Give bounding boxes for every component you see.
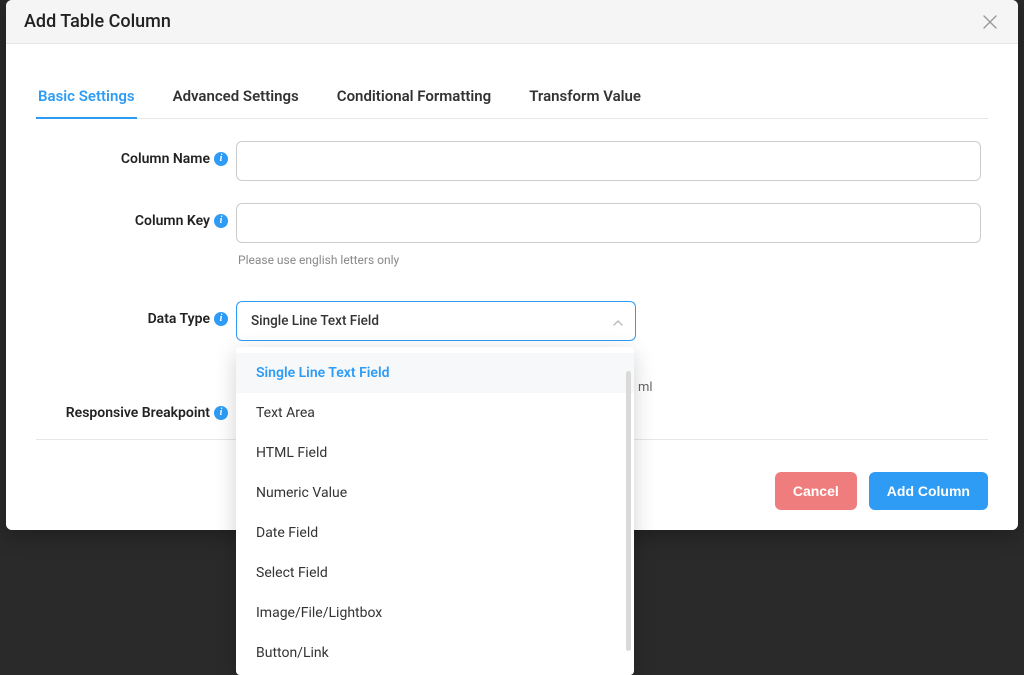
- info-icon[interactable]: i: [214, 152, 228, 166]
- modal-header: Add Table Column: [6, 0, 1018, 44]
- label-data-type: Data Type i: [36, 301, 236, 327]
- info-icon[interactable]: i: [214, 406, 228, 420]
- modal-title: Add Table Column: [24, 11, 171, 32]
- row-column-name: Column Name i: [36, 141, 988, 181]
- data-type-dropdown: Single Line Text Field Text Area HTML Fi…: [236, 347, 634, 675]
- add-table-column-modal: Add Table Column Basic Settings Advanced…: [6, 0, 1018, 530]
- option-button-link[interactable]: Button/Link: [236, 633, 634, 669]
- option-date-field[interactable]: Date Field: [236, 513, 634, 553]
- add-column-button[interactable]: Add Column: [869, 472, 988, 510]
- option-single-line-text-field[interactable]: Single Line Text Field: [236, 353, 634, 393]
- tab-advanced-settings[interactable]: Advanced Settings: [171, 77, 301, 119]
- row-column-key: Column Key i Please use english letters …: [36, 203, 988, 267]
- label-column-name: Column Name i: [36, 141, 236, 167]
- data-type-side-hint: ml: [638, 380, 653, 395]
- cancel-button[interactable]: Cancel: [775, 472, 857, 510]
- modal-body: Basic Settings Advanced Settings Conditi…: [6, 44, 1018, 456]
- column-name-input[interactable]: [236, 141, 981, 181]
- option-html-field[interactable]: HTML Field: [236, 433, 634, 473]
- row-data-type: Data Type i Single Line Text Field Singl…: [36, 301, 988, 341]
- info-icon[interactable]: i: [214, 214, 228, 228]
- info-icon[interactable]: i: [214, 312, 228, 326]
- option-image-file-lightbox[interactable]: Image/File/Lightbox: [236, 593, 634, 633]
- chevron-up-icon: [612, 313, 624, 329]
- option-numeric-value[interactable]: Numeric Value: [236, 473, 634, 513]
- option-text-area[interactable]: Text Area: [236, 393, 634, 433]
- close-icon[interactable]: [980, 12, 1000, 32]
- column-key-helper: Please use english letters only: [238, 253, 981, 267]
- label-column-key: Column Key i: [36, 203, 236, 229]
- label-responsive-breakpoint: Responsive Breakpoint i: [36, 397, 236, 421]
- data-type-selected-value: Single Line Text Field: [251, 313, 379, 329]
- tab-conditional-formatting[interactable]: Conditional Formatting: [335, 77, 493, 119]
- tab-transform-value[interactable]: Transform Value: [527, 77, 643, 119]
- dropdown-scrollbar[interactable]: [626, 371, 631, 651]
- option-select-field[interactable]: Select Field: [236, 553, 634, 593]
- tab-basic-settings[interactable]: Basic Settings: [36, 77, 137, 119]
- tabs: Basic Settings Advanced Settings Conditi…: [36, 76, 988, 119]
- column-key-input[interactable]: [236, 203, 981, 243]
- data-type-select-box[interactable]: Single Line Text Field: [236, 301, 636, 341]
- data-type-select[interactable]: Single Line Text Field Single Line Text …: [236, 301, 636, 341]
